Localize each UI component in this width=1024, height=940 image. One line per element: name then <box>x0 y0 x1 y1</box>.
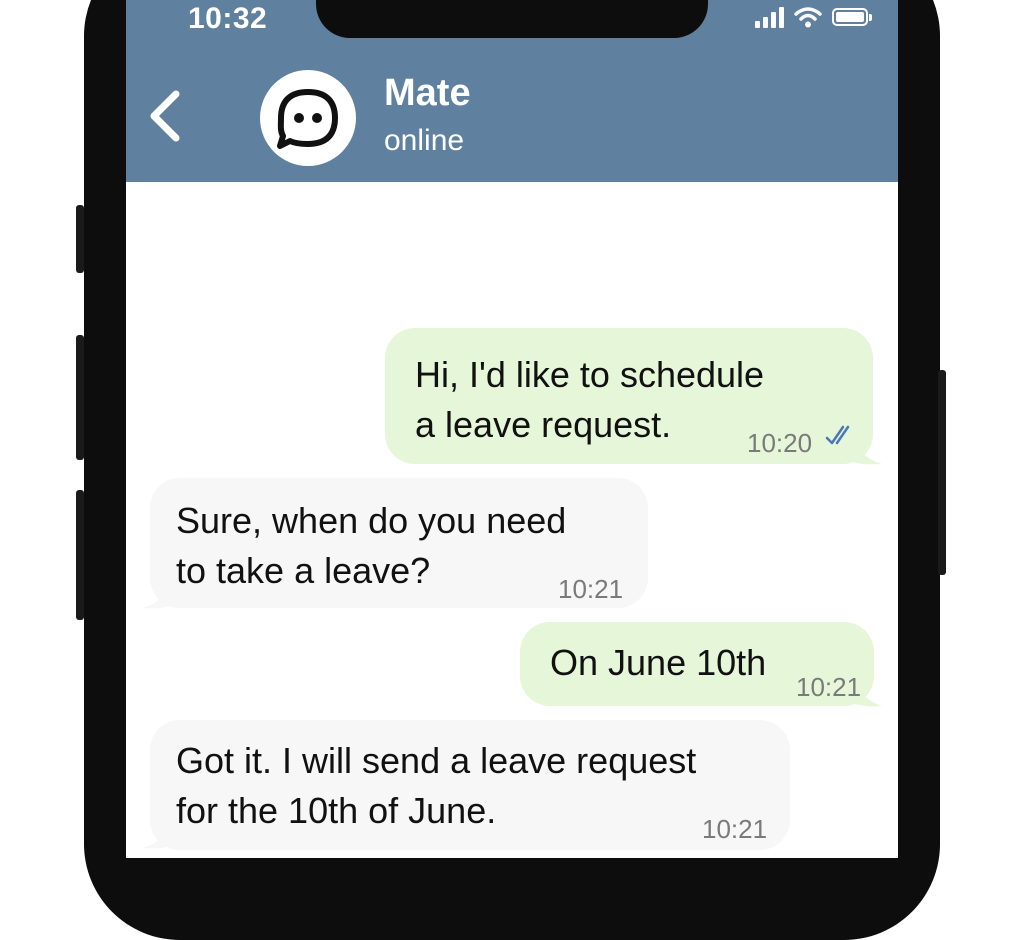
mute-switch <box>76 205 84 273</box>
chevron-left-icon <box>150 90 180 142</box>
status-bar-time: 10:32 <box>188 2 268 35</box>
cellular-signal-icon <box>755 6 784 28</box>
message-time: 10:21 <box>796 672 862 702</box>
message-outgoing[interactable]: On June 10th 10:21 <box>520 622 874 706</box>
battery-icon <box>832 8 872 26</box>
message-incoming[interactable]: Sure, when do you need to take a leave? … <box>150 478 648 608</box>
phone-screen: 10:32 Mate online Hi, I'd like to schedu… <box>126 0 898 858</box>
volume-up-button <box>76 335 84 460</box>
notch <box>316 0 708 38</box>
wifi-icon <box>794 7 822 28</box>
message-text: On June 10th <box>550 642 767 683</box>
contact-avatar[interactable] <box>260 70 356 166</box>
message-time: 10:20 <box>747 428 813 458</box>
message-time: 10:21 <box>558 574 624 604</box>
message-text: for the 10th of June. <box>176 790 497 831</box>
volume-down-button <box>76 490 84 620</box>
power-button <box>938 370 946 575</box>
contact-name[interactable]: Mate <box>384 72 471 115</box>
contact-status: online <box>384 124 465 157</box>
message-incoming[interactable]: Got it. I will send a leave request for … <box>150 720 790 850</box>
message-text: Got it. I will send a leave request <box>176 740 697 781</box>
message-text: Hi, I'd like to schedule <box>415 354 765 395</box>
chat-header: 10:32 Mate online <box>126 0 898 182</box>
message-text: Sure, when do you need <box>176 500 567 541</box>
chat-bubble-face-icon <box>277 89 338 149</box>
message-time: 10:21 <box>702 814 768 844</box>
back-button[interactable] <box>142 88 192 144</box>
double-check-icon <box>825 425 850 445</box>
message-outgoing[interactable]: Hi, I'd like to schedule a leave request… <box>385 328 873 464</box>
status-bar-icons <box>755 6 872 28</box>
